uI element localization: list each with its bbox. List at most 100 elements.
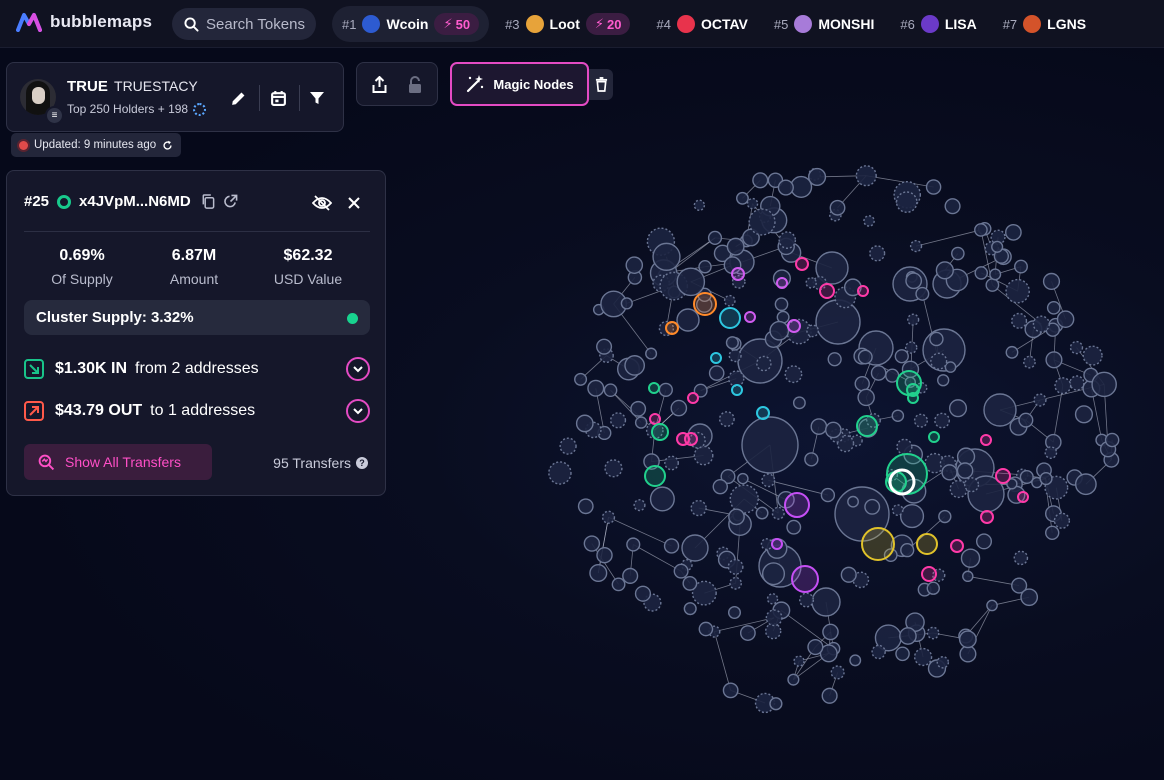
holder-bubble[interactable] — [938, 509, 952, 524]
holder-bubble[interactable] — [925, 179, 942, 195]
holder-bubble[interactable] — [766, 593, 779, 605]
close-panel-button[interactable] — [341, 190, 367, 216]
holder-bubble[interactable] — [548, 461, 572, 485]
holder-bubble[interactable] — [786, 519, 802, 535]
holder-bubble[interactable] — [596, 338, 613, 355]
cluster-bubble[interactable] — [907, 392, 919, 404]
holder-bubble[interactable] — [769, 697, 783, 711]
holder-bubble[interactable] — [1005, 345, 1019, 359]
holder-bubble[interactable] — [727, 605, 742, 620]
holder-bubble[interactable] — [609, 412, 627, 429]
holder-bubble[interactable] — [926, 581, 940, 595]
filter-button[interactable] — [304, 85, 330, 111]
holder-bubble[interactable] — [589, 563, 608, 583]
cluster-bubble[interactable] — [1017, 491, 1029, 503]
holder-bubble[interactable] — [559, 437, 577, 455]
cluster-bubble[interactable] — [776, 277, 788, 289]
holder-bubble[interactable] — [1074, 473, 1097, 496]
holder-bubble[interactable] — [864, 498, 881, 515]
holder-bubble[interactable] — [681, 534, 709, 562]
holder-bubble[interactable] — [1005, 223, 1022, 241]
holder-bubble[interactable] — [1091, 371, 1117, 398]
holder-bubble[interactable] — [799, 592, 815, 608]
holder-bubble[interactable] — [682, 575, 698, 591]
holder-bubble[interactable] — [810, 418, 828, 435]
holder-bubble[interactable] — [761, 473, 776, 488]
holder-bubble[interactable] — [727, 558, 744, 575]
holder-bubble[interactable] — [806, 324, 820, 338]
holder-bubble[interactable] — [1054, 377, 1072, 395]
holder-bubble[interactable] — [611, 577, 626, 592]
holder-bubble[interactable] — [808, 167, 827, 186]
holder-bubble[interactable] — [849, 654, 862, 667]
holder-bubble[interactable] — [913, 647, 933, 667]
holder-bubble[interactable] — [986, 599, 998, 612]
holder-bubble[interactable] — [1053, 512, 1071, 529]
holder-bubble[interactable] — [896, 438, 913, 455]
holder-bubble[interactable] — [1013, 550, 1029, 566]
holder-bubble[interactable] — [755, 506, 769, 520]
holder-bubble[interactable] — [949, 479, 968, 499]
cluster-bubble[interactable] — [651, 423, 669, 441]
cluster-bubble[interactable] — [684, 432, 698, 446]
holder-bubble[interactable] — [676, 308, 700, 332]
holder-bubble[interactable] — [1056, 310, 1075, 329]
holder-bubble[interactable] — [575, 414, 594, 433]
holder-bubble[interactable] — [792, 396, 806, 410]
cluster-bubble[interactable] — [756, 406, 770, 420]
holder-bubble[interactable] — [596, 546, 613, 564]
holder-bubble[interactable] — [673, 563, 689, 579]
cluster-bubble[interactable] — [744, 311, 756, 323]
holder-bubble[interactable] — [974, 266, 989, 280]
holder-bubble[interactable] — [869, 245, 886, 262]
holder-bubble[interactable] — [652, 242, 681, 271]
ticker-item-wcoin[interactable]: #1 Wcoin ⚡ 50 — [332, 6, 490, 42]
holder-bubble[interactable] — [904, 341, 918, 354]
cluster-bubble[interactable] — [731, 267, 745, 281]
holder-bubble[interactable] — [1019, 469, 1034, 485]
holder-bubble[interactable] — [756, 355, 772, 372]
cluster-bubble[interactable] — [980, 434, 992, 446]
holder-bubble[interactable] — [741, 416, 799, 474]
holder-bubble[interactable] — [587, 379, 605, 397]
holder-bubble[interactable] — [900, 543, 915, 558]
ticker-item-loot[interactable]: #3 Loot ⚡ 20 — [495, 6, 640, 42]
cluster-bubble[interactable] — [995, 468, 1011, 484]
holder-bubble[interactable] — [771, 506, 785, 520]
holder-bubble[interactable] — [664, 455, 679, 471]
cluster-bubble[interactable] — [687, 392, 699, 404]
holder-bubble[interactable] — [934, 412, 950, 429]
logo[interactable]: bubblemaps — [16, 12, 152, 32]
holder-bubble[interactable] — [626, 537, 641, 552]
holder-bubble[interactable] — [718, 411, 735, 427]
holder-bubble[interactable] — [964, 477, 980, 493]
holder-bubble[interactable] — [676, 267, 706, 297]
holder-bubble[interactable] — [746, 197, 759, 210]
holder-bubble[interactable] — [620, 297, 633, 310]
cluster-bubble[interactable] — [719, 307, 741, 329]
holder-bubble[interactable] — [1042, 272, 1061, 291]
holder-bubble[interactable] — [1033, 393, 1047, 407]
holder-bubble[interactable] — [1069, 375, 1085, 391]
help-icon[interactable]: ? — [356, 457, 368, 469]
cluster-bubble[interactable] — [784, 492, 810, 518]
cluster-bubble[interactable] — [771, 538, 783, 550]
cluster-bubble[interactable] — [980, 510, 994, 524]
cluster-bubble[interactable] — [649, 413, 661, 425]
holder-bubble[interactable] — [855, 165, 877, 187]
holder-bubble[interactable] — [829, 199, 846, 216]
cluster-bubble[interactable] — [928, 431, 940, 443]
holder-bubble[interactable] — [857, 349, 873, 365]
holder-bubble[interactable] — [822, 623, 839, 641]
holder-bubble[interactable] — [630, 400, 647, 417]
holder-bubble[interactable] — [622, 567, 639, 584]
holder-bubble[interactable] — [752, 172, 769, 189]
holder-bubble[interactable] — [663, 538, 680, 554]
show-all-transfers-button[interactable]: Show All Transfers — [24, 444, 212, 480]
holder-bubble[interactable] — [1032, 315, 1050, 333]
holder-bubble[interactable] — [936, 656, 950, 669]
holder-bubble[interactable] — [907, 313, 920, 326]
holder-bubble[interactable] — [1039, 472, 1053, 486]
holder-bubble[interactable] — [708, 365, 725, 381]
holder-bubble[interactable] — [821, 687, 838, 704]
